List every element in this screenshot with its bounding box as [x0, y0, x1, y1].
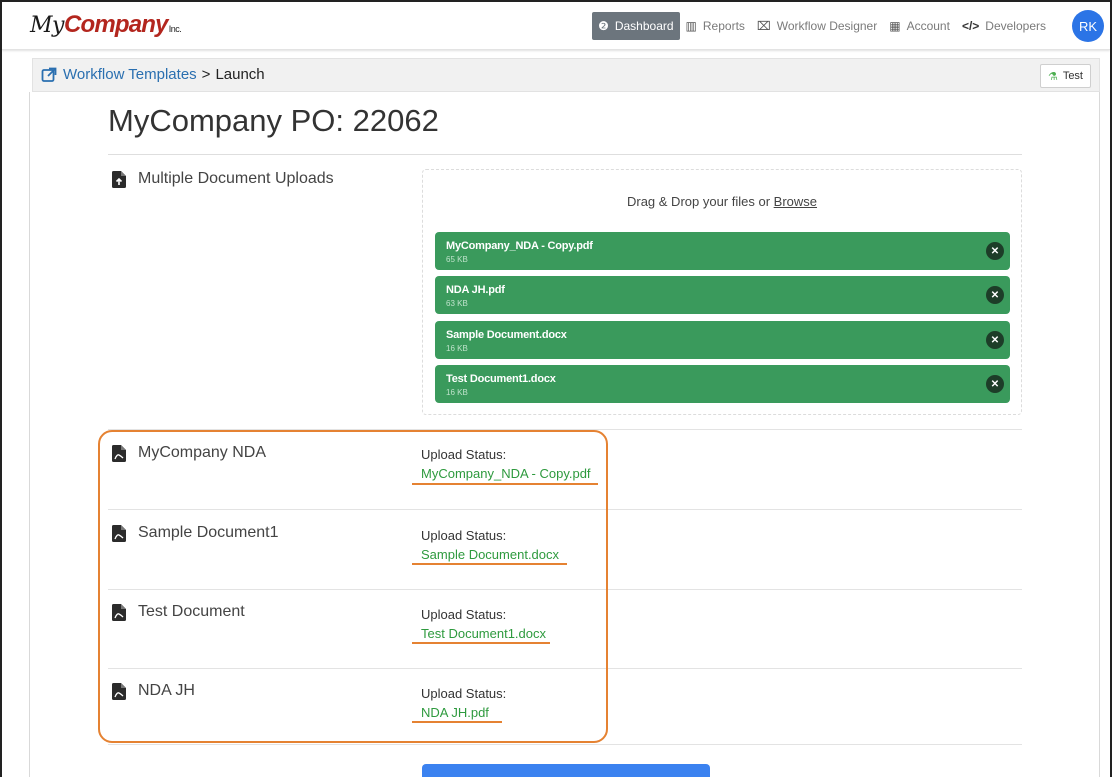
uploaded-file: Test Document1.docx 16 KB ✕ [435, 365, 1010, 403]
logo-inc: Inc. [168, 24, 182, 34]
uploaded-file: Sample Document.docx 16 KB ✕ [435, 321, 1010, 359]
dropzone-instructions: Drag & Drop your files or Browse [423, 194, 1021, 209]
page-title: MyCompany PO: 22062 [108, 103, 439, 138]
breadcrumb-bar: Workflow Templates > Launch ⚗ Test [32, 58, 1100, 92]
nav-reports[interactable]: ▥ Reports [680, 12, 751, 40]
uploaded-file-size: 16 KB [446, 388, 468, 397]
test-button[interactable]: ⚗ Test [1039, 64, 1091, 88]
test-button-label: Test [1062, 70, 1083, 82]
breadcrumb-current: Launch [215, 66, 265, 83]
uploaded-file-name: NDA JH.pdf [446, 284, 505, 296]
company-logo[interactable]: MyCompanyInc. [30, 11, 182, 39]
remove-file-icon[interactable]: ✕ [986, 375, 1004, 393]
workflow-icon: ⌧ [756, 19, 771, 33]
nav-workflow-designer[interactable]: ⌧ Workflow Designer [751, 12, 883, 40]
uploaded-file-name: MyCompany_NDA - Copy.pdf [446, 240, 593, 252]
nav-dashboard-label: Dashboard [614, 19, 674, 33]
logo-my: My [30, 13, 64, 38]
external-link-icon [41, 67, 57, 82]
app-window: MyCompanyInc. ❷ Dashboard ▥ Reports ⌧ Wo… [0, 0, 1112, 777]
top-navbar: MyCompanyInc. ❷ Dashboard ▥ Reports ⌧ Wo… [2, 2, 1110, 50]
nav-account-label: Account [906, 19, 950, 33]
logo-company: Company [63, 11, 169, 38]
left-divider [29, 92, 30, 777]
breadcrumb: Workflow Templates > Launch [41, 66, 265, 83]
uploaded-file: NDA JH.pdf 63 KB ✕ [435, 276, 1010, 314]
uploaded-file: MyCompany_NDA - Copy.pdf 65 KB ✕ [435, 232, 1010, 270]
uploaded-file-size: 65 KB [446, 255, 468, 264]
breadcrumb-separator: > [201, 66, 211, 83]
file-upload-icon [112, 170, 126, 188]
annotation-highlight-box [98, 430, 608, 743]
multiple-uploads-label: Multiple Document Uploads [112, 170, 334, 188]
title-divider [108, 154, 1022, 155]
right-divider [1099, 92, 1100, 777]
main-nav: ❷ Dashboard ▥ Reports ⌧ Workflow Designe… [592, 12, 1052, 40]
uploaded-file-size: 63 KB [446, 299, 468, 308]
nav-developers[interactable]: </> Developers [956, 12, 1052, 40]
building-icon: ▦ [889, 19, 901, 33]
user-avatar[interactable]: RK [1072, 10, 1104, 42]
nav-account[interactable]: ▦ Account [883, 12, 956, 40]
launch-button[interactable] [422, 764, 710, 777]
dashboard-icon: ❷ [598, 19, 609, 33]
breadcrumb-link-label: Workflow Templates [63, 66, 197, 83]
remove-file-icon[interactable]: ✕ [986, 242, 1004, 260]
nav-reports-label: Reports [702, 19, 745, 33]
remove-file-icon[interactable]: ✕ [986, 331, 1004, 349]
uploaded-file-size: 16 KB [446, 344, 468, 353]
code-icon: </> [961, 19, 980, 33]
flask-icon: ⚗ [1047, 70, 1058, 83]
multiple-uploads-text: Multiple Document Uploads [138, 170, 334, 187]
browse-link[interactable]: Browse [774, 194, 817, 209]
nav-dashboard[interactable]: ❷ Dashboard [592, 12, 680, 40]
uploaded-file-name: Sample Document.docx [446, 329, 567, 341]
remove-file-icon[interactable]: ✕ [986, 286, 1004, 304]
uploaded-file-name: Test Document1.docx [446, 373, 556, 385]
nav-workflow-designer-label: Workflow Designer [776, 19, 878, 33]
file-dropzone[interactable]: Drag & Drop your files or Browse MyCompa… [422, 169, 1022, 415]
chart-icon: ▥ [685, 19, 697, 33]
dropzone-text: Drag & Drop your files or [626, 194, 774, 209]
breadcrumb-link-workflow-templates[interactable]: Workflow Templates [41, 66, 197, 83]
row-divider [108, 744, 1022, 745]
nav-developers-label: Developers [985, 19, 1046, 33]
